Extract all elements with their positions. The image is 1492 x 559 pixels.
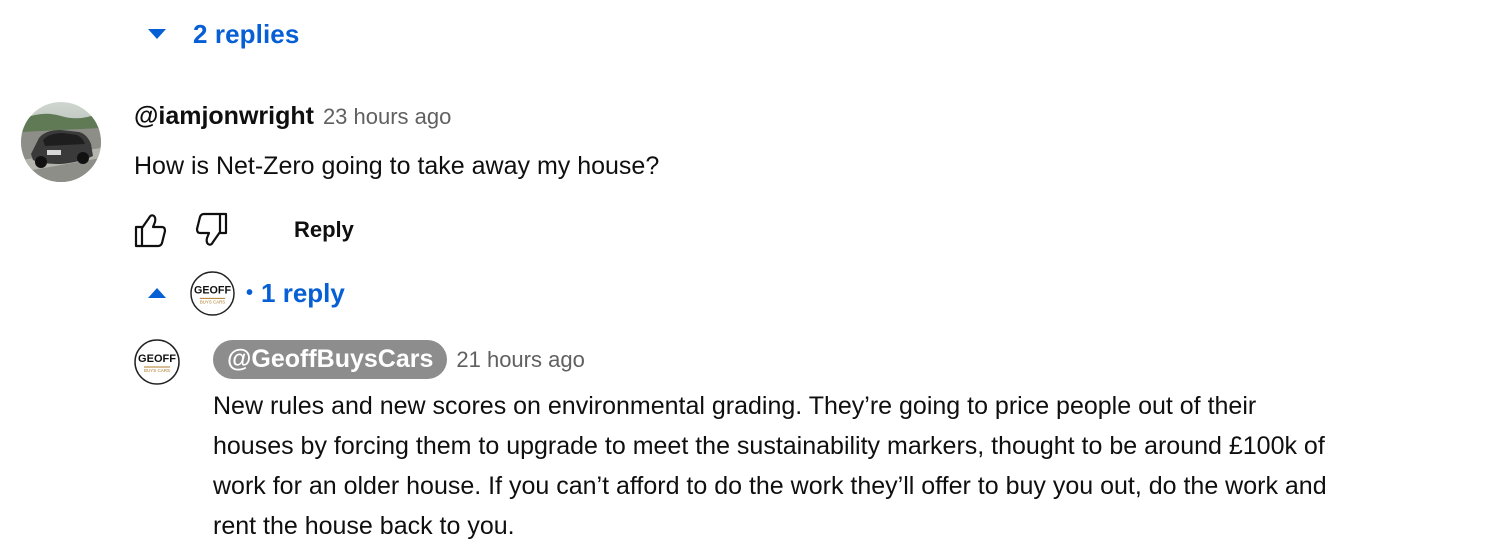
reply-text-line: work for an older house. If you can’t af… (213, 472, 1327, 500)
comment-header: @iamjonwright 23 hours ago (134, 102, 451, 138)
logo-subtext: BUYS CARS (200, 299, 225, 304)
chevron-up-icon (146, 270, 168, 316)
show-replies-button[interactable]: 2 replies (146, 14, 299, 54)
logo-text: GEOFF (138, 353, 176, 365)
hide-replies-button[interactable]: GEOFF BUYS CARS • 1 reply (146, 270, 345, 316)
comment-timestamp[interactable]: 23 hours ago (323, 104, 451, 130)
thumbs-up-icon (134, 214, 167, 248)
logo-subtext: BUYS CARS (144, 368, 170, 373)
reply-header: @GeoffBuysCars 21 hours ago (213, 340, 585, 379)
creator-avatar-small: GEOFF BUYS CARS (190, 270, 235, 316)
like-button[interactable] (126, 207, 172, 253)
comment-action-bar: Reply (126, 206, 368, 254)
comment-text: How is Net-Zero going to take away my ho… (134, 152, 660, 180)
comment-author[interactable]: @iamjonwright (134, 102, 314, 131)
car-photo-icon (21, 102, 101, 182)
reply-text-line: rent the house back to you. (213, 512, 515, 540)
reply-timestamp[interactable]: 21 hours ago (456, 347, 584, 373)
creator-author-chip[interactable]: @GeoffBuysCars (213, 340, 448, 379)
dislike-button[interactable] (190, 207, 236, 253)
thumbs-down-icon (195, 212, 228, 246)
logo-text: GEOFF (194, 284, 231, 296)
reply-button[interactable]: Reply (280, 209, 368, 251)
creator-avatar[interactable]: GEOFF BUYS CARS (134, 339, 180, 385)
reply-text-line: houses by forcing them to upgrade to mee… (213, 432, 1325, 460)
reply-text: New rules and new scores on environmenta… (213, 386, 1475, 546)
avatar[interactable] (21, 102, 101, 182)
replies-count-label: 2 replies (193, 18, 300, 49)
reply-text-line: New rules and new scores on environmenta… (213, 392, 1257, 420)
chevron-down-icon (146, 14, 168, 54)
reply-count-label: 1 reply (261, 277, 345, 308)
separator-dot: • (246, 281, 254, 304)
